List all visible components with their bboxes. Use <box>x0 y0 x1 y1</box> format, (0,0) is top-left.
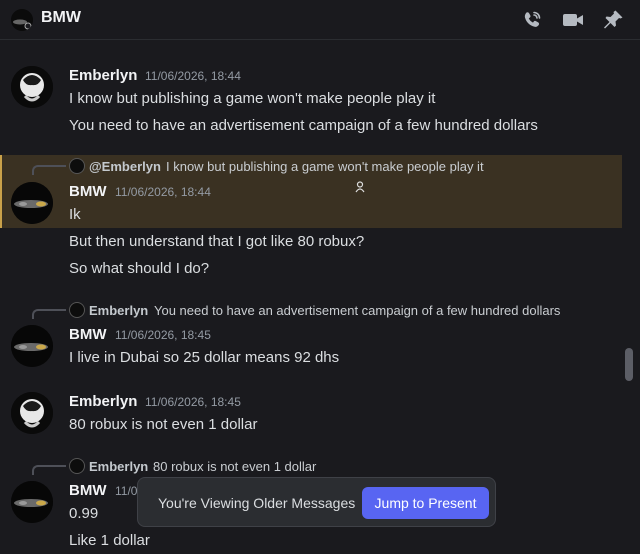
channel-title: BMW <box>41 9 81 26</box>
message-text: Ik <box>69 206 81 223</box>
video-camera-icon[interactable] <box>561 8 585 32</box>
message-text: But then understand that I got like 80 r… <box>69 233 365 250</box>
reply-connector <box>32 309 66 319</box>
reply-author[interactable]: @Emberlyn <box>89 159 161 174</box>
message-text: Like 1 dollar <box>69 532 150 549</box>
reply-connector <box>32 465 66 475</box>
message-timestamp: 11/06/2026, 18:45 <box>115 328 211 342</box>
message-timestamp: 11/0 <box>115 484 138 498</box>
reply-author[interactable]: Emberlyn <box>89 459 148 474</box>
older-messages-bar: You're Viewing Older Messages Jump to Pr… <box>137 477 496 527</box>
reply-author[interactable]: Emberlyn <box>89 303 148 318</box>
message-text: 80 robux is not even 1 dollar <box>69 416 258 433</box>
pin-icon[interactable] <box>601 8 625 32</box>
message-text: You need to have an advertisement campai… <box>69 117 538 134</box>
reply-preview-text[interactable]: 80 robux is not even 1 dollar <box>153 459 316 474</box>
message-timestamp: 11/06/2026, 18:44 <box>115 185 211 199</box>
message-text: So what should I do? <box>69 260 210 277</box>
reply-avatar <box>69 302 85 318</box>
avatar[interactable] <box>11 325 53 367</box>
older-messages-label: You're Viewing Older Messages <box>158 495 356 511</box>
reply-preview-text[interactable]: You need to have an advertisement campai… <box>154 303 560 318</box>
avatar[interactable] <box>11 392 53 434</box>
reply-avatar <box>69 158 85 174</box>
message-text: 0.99 <box>69 505 99 522</box>
message-timestamp: 11/06/2026, 18:44 <box>145 69 241 83</box>
reply-preview-text[interactable]: I know but publishing a game won't make … <box>166 159 484 174</box>
reply-connector <box>32 165 66 175</box>
phone-call-icon[interactable] <box>520 8 544 32</box>
message-author[interactable]: BMW <box>69 326 107 343</box>
avatar[interactable] <box>11 481 53 523</box>
avatar[interactable] <box>11 66 53 108</box>
cursor-icon <box>355 180 365 193</box>
message-text: I know but publishing a game won't make … <box>69 90 436 107</box>
message-author[interactable]: Emberlyn <box>69 67 137 84</box>
message-author[interactable]: BMW <box>69 183 107 200</box>
dm-avatar[interactable] <box>11 9 33 31</box>
scrollbar-thumb[interactable] <box>625 348 633 381</box>
reply-avatar <box>69 458 85 474</box>
avatar[interactable] <box>11 182 53 224</box>
channel-header: BMW <box>0 0 640 40</box>
message-author[interactable]: BMW <box>69 482 107 499</box>
message-timestamp: 11/06/2026, 18:45 <box>145 395 241 409</box>
message-author[interactable]: Emberlyn <box>69 393 137 410</box>
message-text: I live in Dubai so 25 dollar means 92 dh… <box>69 349 340 366</box>
jump-to-present-button[interactable]: Jump to Present <box>362 487 489 519</box>
